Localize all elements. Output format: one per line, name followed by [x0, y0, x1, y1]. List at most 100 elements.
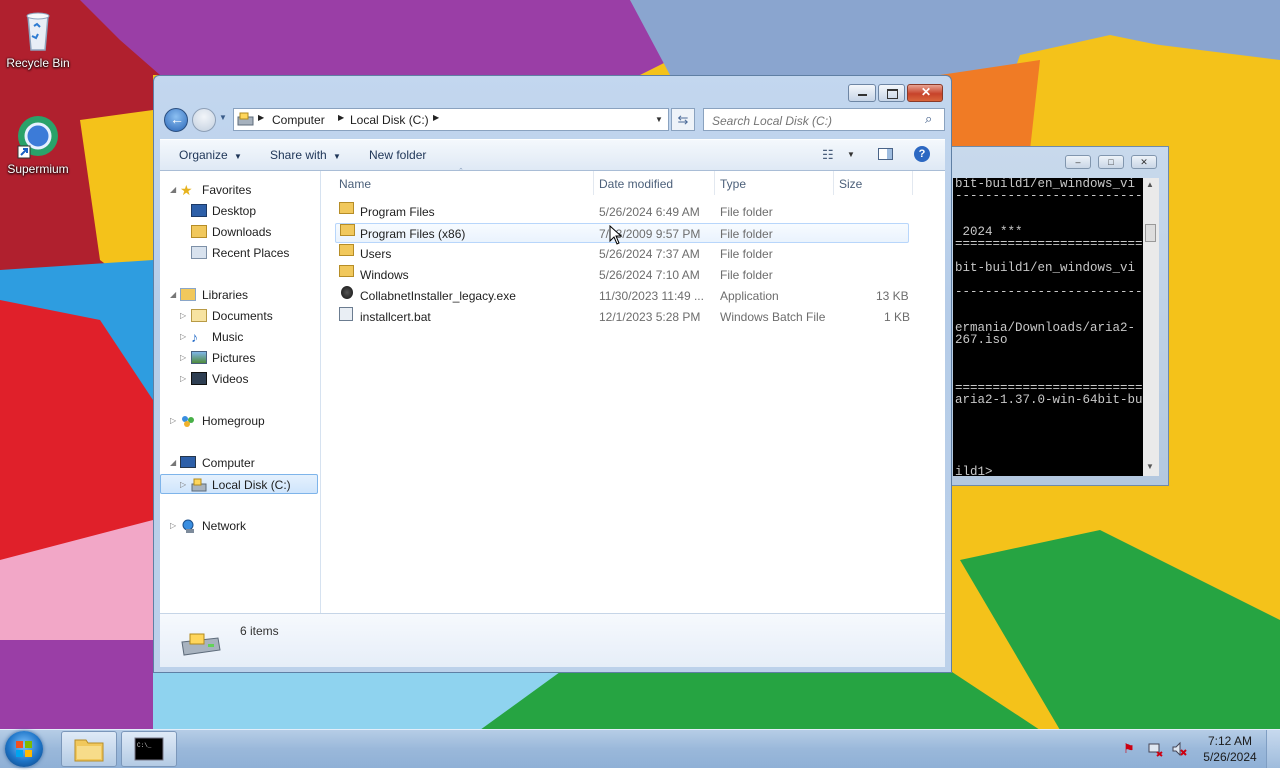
column-divider[interactable]	[714, 171, 715, 195]
collapse-arrow-icon[interactable]: ◢	[170, 285, 176, 305]
supermium-label: Supermium	[7, 162, 69, 176]
nav-music[interactable]: ▷ ♪ Music	[160, 327, 318, 347]
file-row[interactable]: installcert.bat 12/1/2023 5:28 PM Window…	[335, 307, 910, 327]
share-with-label: Share with	[270, 148, 327, 162]
folder-icon	[339, 244, 354, 256]
nav-videos[interactable]: ▷ Videos	[160, 369, 318, 389]
nav-label: Local Disk (C:)	[212, 478, 291, 492]
nav-label: Network	[202, 519, 247, 533]
address-dropdown-icon[interactable]: ▼	[655, 115, 663, 124]
column-header-size[interactable]: Size	[839, 177, 862, 191]
nav-label: Documents	[212, 309, 273, 323]
nav-pictures[interactable]: ▷ Pictures	[160, 348, 318, 368]
column-divider[interactable]	[593, 171, 594, 195]
action-center-flag-icon[interactable]: ⚑	[1123, 741, 1139, 757]
expand-arrow-icon[interactable]: ▷	[170, 411, 176, 431]
new-folder-button[interactable]: New folder	[369, 148, 426, 162]
console-maximize-button[interactable]: □	[1098, 155, 1124, 169]
show-desktop-button[interactable]	[1266, 730, 1280, 768]
close-button[interactable]: ✕	[907, 84, 943, 102]
nav-favorites[interactable]: ◢ ★ Favorites	[160, 180, 318, 200]
file-type: Application	[720, 289, 779, 303]
file-row[interactable]: Program Files 5/26/2024 6:49 AM File fol…	[335, 202, 909, 222]
nav-downloads[interactable]: Downloads	[160, 222, 318, 242]
recent-pages-chevron-icon[interactable]: ▼	[219, 113, 227, 122]
nav-network[interactable]: ▷ Network	[160, 516, 318, 536]
sort-indicator-icon: ⌃	[458, 168, 464, 175]
expand-arrow-icon[interactable]: ▷	[180, 348, 186, 368]
nav-computer[interactable]: ◢ Computer	[160, 453, 318, 473]
column-header-date-modified[interactable]: Date modified	[599, 177, 673, 191]
preview-pane-icon[interactable]	[878, 148, 893, 160]
taskbar-console-button[interactable]: C:\_	[121, 731, 177, 767]
forward-button[interactable]	[192, 108, 216, 132]
collapse-arrow-icon[interactable]: ◢	[170, 453, 176, 473]
system-clock[interactable]: 7:12 AM 5/26/2024	[1190, 733, 1270, 765]
scroll-thumb[interactable]	[1145, 224, 1156, 242]
explorer-window[interactable]: ✕ ← ▼ ▶ Computer ▶ Local Disk (C:) ▶ ▼ ⇆…	[153, 75, 952, 673]
scroll-up-arrow[interactable]: ▲	[1146, 180, 1154, 189]
search-input[interactable]	[710, 112, 920, 129]
search-icon[interactable]: ⌕	[925, 111, 932, 127]
column-divider[interactable]	[912, 171, 913, 195]
nav-libraries[interactable]: ◢ Libraries	[160, 285, 318, 305]
taskbar-explorer-button[interactable]	[61, 731, 117, 767]
nav-desktop[interactable]: Desktop	[160, 201, 318, 221]
collapse-arrow-icon[interactable]: ◢	[170, 180, 176, 200]
console-scrollbar[interactable]: ▲ ▼	[1143, 178, 1159, 476]
file-row[interactable]: Users 5/26/2024 7:37 AM File folder	[335, 244, 909, 264]
maximize-button[interactable]	[878, 84, 905, 102]
nav-label: Recent Places	[212, 246, 290, 260]
scroll-down-arrow[interactable]: ▼	[1146, 462, 1154, 471]
expand-arrow-icon[interactable]: ▷	[180, 327, 186, 347]
batch-file-gear-icon	[339, 307, 353, 321]
column-header-type[interactable]: Type	[720, 177, 746, 191]
recycle-bin-icon	[14, 6, 62, 54]
back-button[interactable]: ←	[164, 108, 188, 132]
column-divider[interactable]	[833, 171, 834, 195]
breadcrumb-separator-icon[interactable]: ▶	[338, 113, 344, 122]
console-window[interactable]: ‒ □ ✕ bit-build1/en_windows_vi ---------…	[942, 146, 1169, 486]
maximize-icon	[887, 89, 898, 99]
folder-icon	[339, 265, 354, 277]
file-date: 11/30/2023 11:49 ...	[599, 289, 704, 303]
console-minimize-button[interactable]: ‒	[1065, 155, 1091, 169]
nav-documents[interactable]: ▷ Documents	[160, 306, 318, 326]
expand-arrow-icon[interactable]: ▷	[170, 516, 176, 536]
file-type: File folder	[720, 247, 773, 261]
recycle-bin-desktop-icon[interactable]: Recycle Bin	[0, 6, 76, 70]
start-button[interactable]	[5, 731, 43, 767]
volume-muted-icon[interactable]	[1171, 741, 1187, 757]
view-options-icon[interactable]: ☷	[822, 147, 834, 163]
nav-recent-places[interactable]: Recent Places	[160, 243, 318, 263]
breadcrumb-separator-icon[interactable]: ▶	[433, 113, 439, 122]
expand-arrow-icon[interactable]: ▷	[180, 306, 186, 326]
supermium-desktop-icon[interactable]: Supermium	[0, 112, 76, 176]
file-row[interactable]: CollabnetInstaller_legacy.exe 11/30/2023…	[335, 286, 909, 306]
share-with-button[interactable]: Share with ▼	[270, 148, 341, 162]
breadcrumb-local-disk[interactable]: Local Disk (C:)	[350, 113, 429, 127]
supermium-browser-icon	[14, 112, 62, 160]
breadcrumb-separator-icon[interactable]: ▶	[258, 113, 264, 122]
search-box[interactable]: ⌕	[703, 108, 945, 131]
breadcrumb-computer[interactable]: Computer	[272, 113, 325, 127]
minimize-button[interactable]	[848, 84, 876, 102]
address-bar[interactable]: ▶ Computer ▶ Local Disk (C:) ▶ ▼	[233, 108, 669, 131]
organize-button[interactable]: Organize ▼	[179, 148, 242, 162]
file-date: 5/26/2024 7:10 AM	[599, 268, 700, 282]
column-header-name[interactable]: Name	[339, 177, 371, 191]
close-icon: ✕	[921, 85, 932, 99]
console-close-button[interactable]: ✕	[1131, 155, 1157, 169]
view-options-chevron-icon[interactable]: ▼	[847, 150, 855, 159]
file-row[interactable]: Windows 5/26/2024 7:10 AM File folder	[335, 265, 909, 285]
refresh-button[interactable]: ⇆	[671, 108, 695, 131]
nav-local-disk[interactable]: ▷ Local Disk (C:)	[160, 474, 318, 494]
nav-label: Libraries	[202, 288, 249, 302]
network-icon	[180, 519, 196, 533]
minimize-icon	[858, 94, 867, 96]
expand-arrow-icon[interactable]: ▷	[180, 475, 186, 495]
nav-homegroup[interactable]: ▷ Homegroup	[160, 411, 318, 431]
network-tray-icon[interactable]	[1147, 741, 1163, 757]
expand-arrow-icon[interactable]: ▷	[180, 369, 186, 389]
help-icon[interactable]: ?	[914, 146, 930, 162]
